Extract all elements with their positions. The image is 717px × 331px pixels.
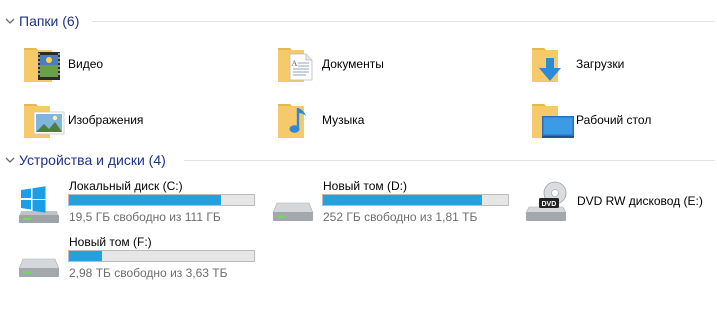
folder-item-pictures[interactable]: Изображения <box>22 96 222 146</box>
folder-item-video[interactable]: Видео <box>22 40 222 90</box>
downloads-folder-icon <box>532 48 561 82</box>
usage-bar <box>322 194 509 206</box>
usage-bar <box>68 194 255 206</box>
usage-bar-fill <box>69 251 103 261</box>
folder-item-downloads[interactable]: Загрузки <box>530 40 710 90</box>
folder-label: Видео <box>68 57 104 71</box>
hard-drive-icon <box>272 202 314 221</box>
hard-drive-icon <box>18 258 60 277</box>
folder-item-documents[interactable]: A Документы <box>276 40 476 90</box>
drive-item-e[interactable]: DVD DVD RW дисковод (E:) <box>525 179 715 229</box>
drive-label: DVD RW дисковод (E:) <box>577 194 703 208</box>
windows-drive-icon <box>19 186 59 223</box>
svg-text:A: A <box>292 59 298 68</box>
folder-label: Документы <box>322 57 384 71</box>
free-space-text: 19,5 ГБ свободно из 111 ГБ <box>69 210 221 224</box>
pictures-folder-icon <box>24 104 65 138</box>
free-space-text: 252 ГБ свободно из 1,81 ТБ <box>323 210 478 224</box>
folder-label: Рабочий стол <box>576 113 652 127</box>
usage-bar-fill <box>323 195 483 205</box>
chevron-down-icon[interactable] <box>5 155 15 165</box>
free-space-text: 2,98 ТБ свободно из 3,63 ТБ <box>69 266 228 280</box>
folder-item-music[interactable]: Музыка <box>276 96 476 146</box>
folder-label: Музыка <box>322 113 365 127</box>
folders-group-title: Папки (6) <box>19 13 80 29</box>
chevron-down-icon[interactable] <box>5 16 15 26</box>
desktop-folder-icon <box>532 104 574 138</box>
usage-bar-fill <box>69 195 221 205</box>
folder-item-desktop[interactable]: Рабочий стол <box>530 96 710 146</box>
folder-label: Загрузки <box>576 57 625 71</box>
drive-label: Новый том (D:) <box>323 179 407 193</box>
drive-item-c[interactable]: Локальный диск (C:) 19,5 ГБ свободно из … <box>17 179 267 229</box>
svg-text:DVD: DVD <box>542 201 557 208</box>
drive-label: Новый том (F:) <box>69 235 152 249</box>
documents-folder-icon: A <box>278 48 313 82</box>
folder-label: Изображения <box>68 113 144 127</box>
drive-item-d[interactable]: Новый том (D:) 252 ГБ свободно из 1,81 Т… <box>271 179 521 229</box>
dvd-drive-icon: DVD <box>525 181 567 221</box>
drive-item-f[interactable]: Новый том (F:) 2,98 ТБ свободно из 3,63 … <box>17 235 267 285</box>
drives-group-divider <box>184 160 715 161</box>
drives-group-title: Устройства и диски (4) <box>19 152 166 168</box>
folders-group-header[interactable]: Папки (6) <box>0 10 717 32</box>
music-folder-icon <box>278 104 306 138</box>
drive-label: Локальный диск (C:) <box>69 179 183 193</box>
video-folder-icon <box>24 48 60 82</box>
usage-bar <box>68 250 255 262</box>
folders-group-divider <box>92 21 715 22</box>
drives-group-header[interactable]: Устройства и диски (4) <box>0 149 717 171</box>
